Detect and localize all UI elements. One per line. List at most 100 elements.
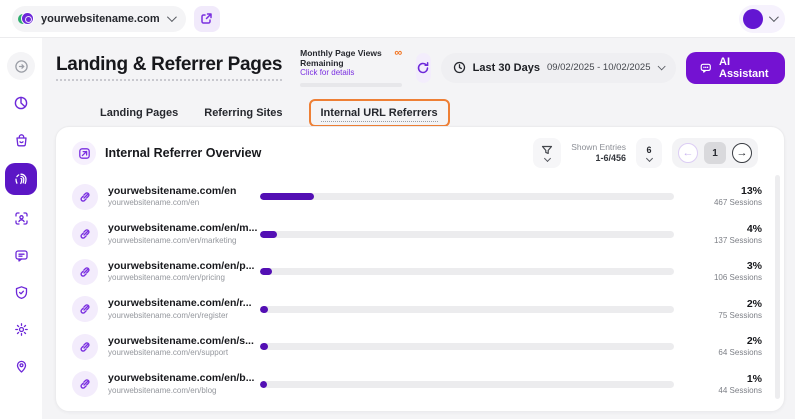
ai-assistant-button[interactable]: AI Assistant (686, 52, 785, 84)
link-icon-badge (72, 371, 98, 397)
sidebar-toggle-button[interactable] (7, 52, 35, 80)
row-title: yourwebsitename.com/en/s... (108, 335, 250, 349)
fingerprint-icon (13, 171, 29, 187)
row-sessions: 137 Sessions (684, 236, 762, 247)
row-sessions: 106 Sessions (684, 273, 762, 284)
table-row[interactable]: yourwebsitename.com/enyourwebsitename.co… (72, 178, 762, 216)
row-sessions: 64 Sessions (684, 348, 762, 359)
chevron-down-icon (658, 62, 666, 70)
link-icon (79, 228, 91, 240)
tab-referring-sites[interactable]: Referring Sites (204, 107, 282, 119)
tab-internal-url-referrers-label: Internal URL Referrers (321, 107, 438, 122)
row-percent: 2% (684, 334, 762, 348)
link-icon (79, 378, 91, 390)
sidebar-item-audience[interactable] (7, 204, 35, 232)
chevron-down-icon (645, 155, 652, 162)
monthly-views-widget: Monthly Page Views Remaining Click for d… (300, 48, 402, 87)
sidebar-item-settings[interactable] (7, 315, 35, 343)
sidebar-item-security[interactable] (7, 278, 35, 306)
target-user-icon (14, 211, 29, 226)
row-bar-fill (260, 343, 268, 350)
row-bar-fill (260, 268, 272, 275)
site-selector-label: yourwebsitename.com (41, 13, 160, 25)
sidebar (0, 38, 42, 419)
link-icon-badge (72, 296, 98, 322)
chevron-down-icon (167, 12, 177, 22)
date-range-filter[interactable]: Last 30 Days 09/02/2025 - 10/02/2025 (441, 53, 677, 83)
bag-icon (14, 133, 29, 148)
row-bar-track (260, 306, 674, 313)
link-icon-badge (72, 221, 98, 247)
scrollbar[interactable] (775, 175, 780, 399)
referrer-rows: yourwebsitename.com/en yourwebsitename.co… (56, 174, 784, 403)
gear-icon (14, 322, 29, 337)
report-icon-badge (72, 141, 96, 165)
sidebar-item-referrers-active[interactable] (5, 163, 37, 195)
row-percent: 13% (684, 184, 762, 198)
row-sessions: 75 Sessions (684, 311, 762, 322)
chat-bubble-icon (700, 61, 712, 75)
table-row[interactable]: yourwebsitename.com/en/p...yourwebsitena… (72, 253, 762, 291)
row-percent: 2% (684, 297, 762, 311)
monthly-views-details-link[interactable]: Click for details (300, 68, 394, 77)
monthly-views-label: Monthly Page Views Remaining (300, 48, 394, 68)
row-title: yourwebsitename.com/en (108, 185, 250, 199)
row-percent: 1% (684, 372, 762, 386)
chat-icon (14, 248, 29, 263)
sidebar-item-analytics[interactable] (7, 89, 35, 117)
row-title: yourwebsitename.com/en/p... (108, 260, 250, 274)
table-row[interactable]: yourwebsitename.com/en/r...yourwebsitena… (72, 291, 762, 329)
sidebar-item-messages[interactable] (7, 241, 35, 269)
row-bar-track (260, 231, 674, 238)
table-row[interactable]: yourwebsitename.com/en/s...yourwebsitena… (72, 328, 762, 366)
table-row[interactable]: yourwebsitename.com/en/b...yourwebsitena… (72, 366, 762, 404)
sidebar-item-location[interactable] (7, 352, 35, 380)
arrow-circle-icon (14, 59, 29, 74)
refresh-button[interactable] (416, 53, 430, 83)
link-icon (79, 191, 91, 203)
shown-entries-label: Shown Entries (571, 142, 626, 153)
filter-button[interactable] (533, 138, 561, 168)
row-url: yourwebsitename.com/en/marketing (108, 236, 250, 246)
arrow-right-icon: → (737, 148, 748, 159)
row-bar-track (260, 343, 674, 350)
open-site-button[interactable] (194, 6, 220, 32)
row-url: yourwebsitename.com/en/pricing (108, 273, 250, 283)
sidebar-item-orders[interactable] (7, 126, 35, 154)
site-favicon (18, 11, 34, 27)
monthly-views-progressbar (300, 83, 402, 87)
date-range-value: 09/02/2025 - 10/02/2025 (547, 62, 651, 73)
next-page-button[interactable]: → (732, 143, 752, 163)
row-title: yourwebsitename.com/en/b... (108, 372, 250, 386)
row-bar-fill (260, 381, 267, 388)
row-percent: 3% (684, 259, 762, 273)
row-bar-track (260, 268, 674, 275)
row-sessions: 44 Sessions (684, 386, 762, 397)
row-url: yourwebsitename.com/en/blog (108, 386, 250, 396)
tab-internal-url-referrers[interactable]: Internal URL Referrers (309, 99, 450, 127)
link-icon-badge (72, 184, 98, 210)
row-bar-fill (260, 306, 268, 313)
shield-check-icon (14, 285, 29, 300)
row-url: yourwebsitename.com/en/register (108, 311, 250, 321)
page-size-select[interactable]: 6 (636, 138, 662, 168)
site-selector[interactable]: yourwebsitename.com (12, 6, 186, 32)
card-title: Internal Referrer Overview (105, 146, 261, 160)
page-title: Landing & Referrer Pages (56, 54, 282, 81)
link-icon (79, 341, 91, 353)
row-url: yourwebsitename.com/en/support (108, 348, 250, 358)
chevron-down-icon (769, 12, 779, 22)
link-icon (79, 303, 91, 315)
row-title: yourwebsitename.com/en/r... (108, 297, 250, 311)
current-page[interactable]: 1 (704, 142, 726, 164)
table-row[interactable]: yourwebsitename.com/en/m...yourwebsitena… (72, 216, 762, 254)
user-menu[interactable] (739, 5, 785, 33)
row-bar-track (260, 381, 674, 388)
tab-landing-pages[interactable]: Landing Pages (100, 107, 178, 119)
row-title: yourwebsitename.com/en/m... (108, 222, 250, 236)
shown-entries: Shown Entries 1-6/456 (571, 142, 626, 164)
pie-chart-icon (13, 95, 29, 111)
link-icon-badge (72, 259, 98, 285)
prev-page-button[interactable]: ← (678, 143, 698, 163)
external-link-icon (200, 12, 213, 25)
